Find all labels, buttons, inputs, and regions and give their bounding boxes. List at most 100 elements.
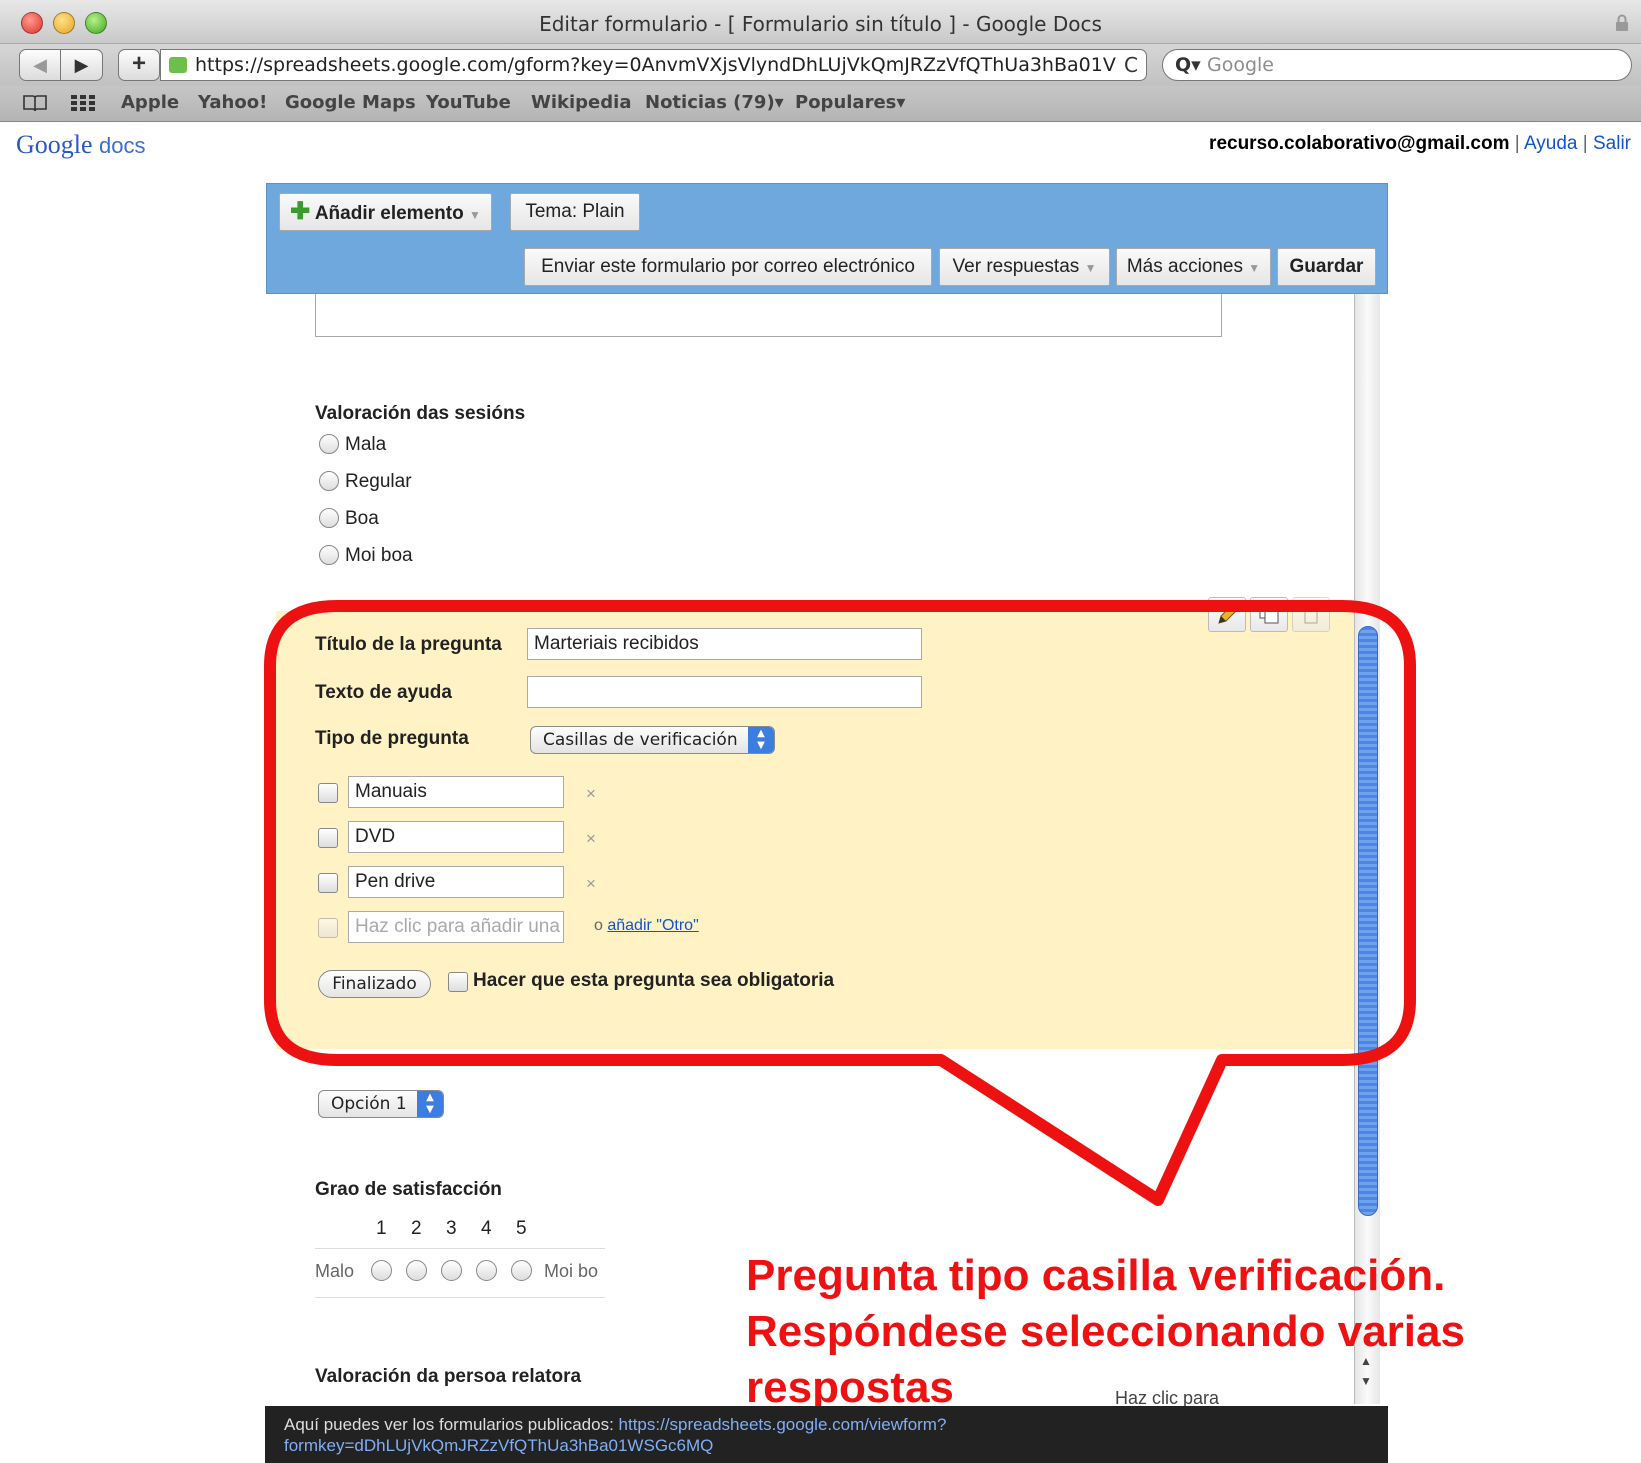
help-text-input[interactable] [527, 676, 922, 708]
done-button[interactable]: Finalizado [318, 970, 431, 998]
option-checkbox[interactable] [318, 918, 338, 938]
scale-number: 2 [411, 1218, 422, 1239]
question-type-label: Tipo de pregunta [315, 728, 469, 749]
option-checkbox[interactable] [318, 828, 338, 848]
radio-button[interactable] [319, 508, 339, 528]
add-other-link[interactable]: o añadir "Otro" [594, 917, 699, 935]
send-email-button[interactable]: Enviar este formulario por correo electr… [524, 248, 932, 286]
option-label: Regular [345, 471, 412, 492]
bookmark-populares[interactable]: Populares▾ [795, 92, 905, 113]
more-actions-button[interactable]: Más acciones ▼ [1116, 248, 1271, 286]
view-responses-label: Ver respuestas [952, 256, 1080, 277]
radio-button[interactable] [319, 545, 339, 565]
help-link[interactable]: Ayuda [1524, 133, 1578, 154]
title-bar: Editar formulario - [ Formulario sin tít… [0, 0, 1641, 44]
option-label: Mala [345, 434, 387, 455]
window-title: Editar formulario - [ Formulario sin tít… [539, 12, 1102, 36]
scale-radio[interactable] [476, 1260, 497, 1281]
logo-google: Google [16, 130, 93, 159]
option-label: Moi boa [345, 545, 413, 566]
scale-number: 4 [481, 1218, 492, 1239]
question-title: Valoración das sesións [315, 403, 526, 424]
description-textarea[interactable] [315, 294, 1222, 337]
select-arrows-icon: ▲ ▼ [748, 727, 774, 753]
remove-option-icon[interactable]: × [586, 829, 596, 849]
option-input[interactable]: DVD [348, 821, 564, 853]
scale-number: 1 [376, 1218, 387, 1239]
option-input[interactable]: Manuais [348, 776, 564, 808]
or-text: o [594, 917, 603, 934]
question-type-select[interactable]: Casillas de verificación ▲ ▼ [530, 726, 775, 754]
bookmark-noticias[interactable]: Noticias (79)▾ [645, 92, 784, 113]
add-bookmark-button[interactable]: + [118, 49, 160, 81]
trash-icon[interactable] [1292, 597, 1330, 632]
scale-number: 5 [516, 1218, 527, 1239]
scrollbar[interactable]: ▲ ▼ [1354, 294, 1380, 1404]
forward-button[interactable]: ▶ [61, 49, 103, 81]
add-other-anchor[interactable]: añadir "Otro" [607, 917, 698, 934]
edit-pencil-icon[interactable] [1208, 597, 1246, 632]
lock-icon [1616, 14, 1628, 31]
question-type-value: Casillas de verificación [543, 730, 738, 750]
add-element-label: Añadir elemento [314, 203, 464, 224]
separator: | [1514, 133, 1520, 154]
form-editor-toolbar: ✚ Añadir elemento ▼ Tema: Plain Enviar e… [266, 183, 1388, 294]
bookmark-yahoo[interactable]: Yahoo! [198, 92, 267, 113]
question-title-input[interactable]: Marteriais recibidos [527, 628, 922, 660]
site-icon [169, 57, 187, 73]
search-icon: Q▾ [1175, 54, 1201, 76]
book-icon[interactable] [22, 94, 48, 112]
scale-low-label: Malo [315, 1261, 355, 1281]
plus-icon: ✚ [290, 198, 311, 225]
published-forms-banner: Aquí puedes ver los formularios publicad… [265, 1406, 1388, 1463]
add-option-input[interactable]: Haz clic para añadir una [348, 911, 564, 943]
scale-radio[interactable] [371, 1260, 392, 1281]
browser-window: Editar formulario - [ Formulario sin tít… [0, 0, 1641, 1463]
radio-option[interactable]: Mala [319, 434, 386, 456]
option-checkbox[interactable] [318, 873, 338, 893]
bookmark-google-maps[interactable]: Google Maps [285, 92, 416, 113]
radio-option[interactable]: Moi boa [319, 545, 413, 567]
chevron-down-icon: ▼ [1248, 261, 1261, 275]
sign-out-link[interactable]: Salir [1593, 133, 1631, 154]
grid-icon[interactable] [70, 94, 96, 112]
option-select-value: Opción 1 [331, 1094, 407, 1114]
account-bar: recurso.colaborativo@gmail.com | Ayuda |… [1209, 133, 1631, 155]
scrollbar-thumb[interactable] [1358, 626, 1378, 1216]
reload-icon[interactable]: C [1120, 50, 1138, 80]
google-docs-logo[interactable]: Google docs [16, 130, 146, 160]
annotation-text: Pregunta tipo casilla verificación. Resp… [746, 1251, 1465, 1412]
bookmark-apple[interactable]: Apple [121, 92, 179, 113]
banner-text: Aquí puedes ver los formularios publicad… [284, 1415, 614, 1434]
bookmark-wikipedia[interactable]: Wikipedia [531, 92, 631, 113]
add-element-button[interactable]: ✚ Añadir elemento ▼ [279, 193, 492, 231]
duplicate-icon[interactable] [1250, 597, 1288, 632]
question-title: Valoración da persoa relatora [315, 1366, 582, 1387]
radio-button[interactable] [319, 434, 339, 454]
radio-option[interactable]: Regular [319, 471, 412, 493]
option-checkbox[interactable] [318, 783, 338, 803]
scale-radio[interactable] [406, 1260, 427, 1281]
option-select[interactable]: Opción 1 ▲ ▼ [318, 1090, 444, 1118]
address-bar[interactable]: https://spreadsheets.google.com/gform?ke… [160, 49, 1147, 81]
url-text: https://spreadsheets.google.com/gform?ke… [195, 54, 1116, 76]
scale-number: 3 [446, 1218, 457, 1239]
scale-radio[interactable] [511, 1260, 532, 1281]
save-button[interactable]: Guardar [1277, 248, 1376, 286]
back-button[interactable]: ◀ [19, 49, 61, 81]
remove-option-icon[interactable]: × [586, 784, 596, 804]
scale-high-label: Moi bo [544, 1261, 599, 1281]
radio-option[interactable]: Boa [319, 508, 379, 530]
option-input[interactable]: Pen drive [348, 866, 564, 898]
search-placeholder: Google [1207, 54, 1275, 76]
bookmark-youtube[interactable]: YouTube [426, 92, 511, 113]
radio-button[interactable] [319, 471, 339, 491]
required-checkbox[interactable] [448, 972, 468, 992]
required-label: Hacer que esta pregunta sea obligatoria [473, 970, 835, 991]
theme-button[interactable]: Tema: Plain [510, 193, 640, 231]
view-responses-button[interactable]: Ver respuestas ▼ [939, 248, 1110, 286]
scale-radio[interactable] [441, 1260, 462, 1281]
help-text-label: Texto de ayuda [315, 682, 452, 703]
search-input[interactable]: Q▾ Google [1162, 49, 1632, 81]
remove-option-icon[interactable]: × [586, 874, 596, 894]
